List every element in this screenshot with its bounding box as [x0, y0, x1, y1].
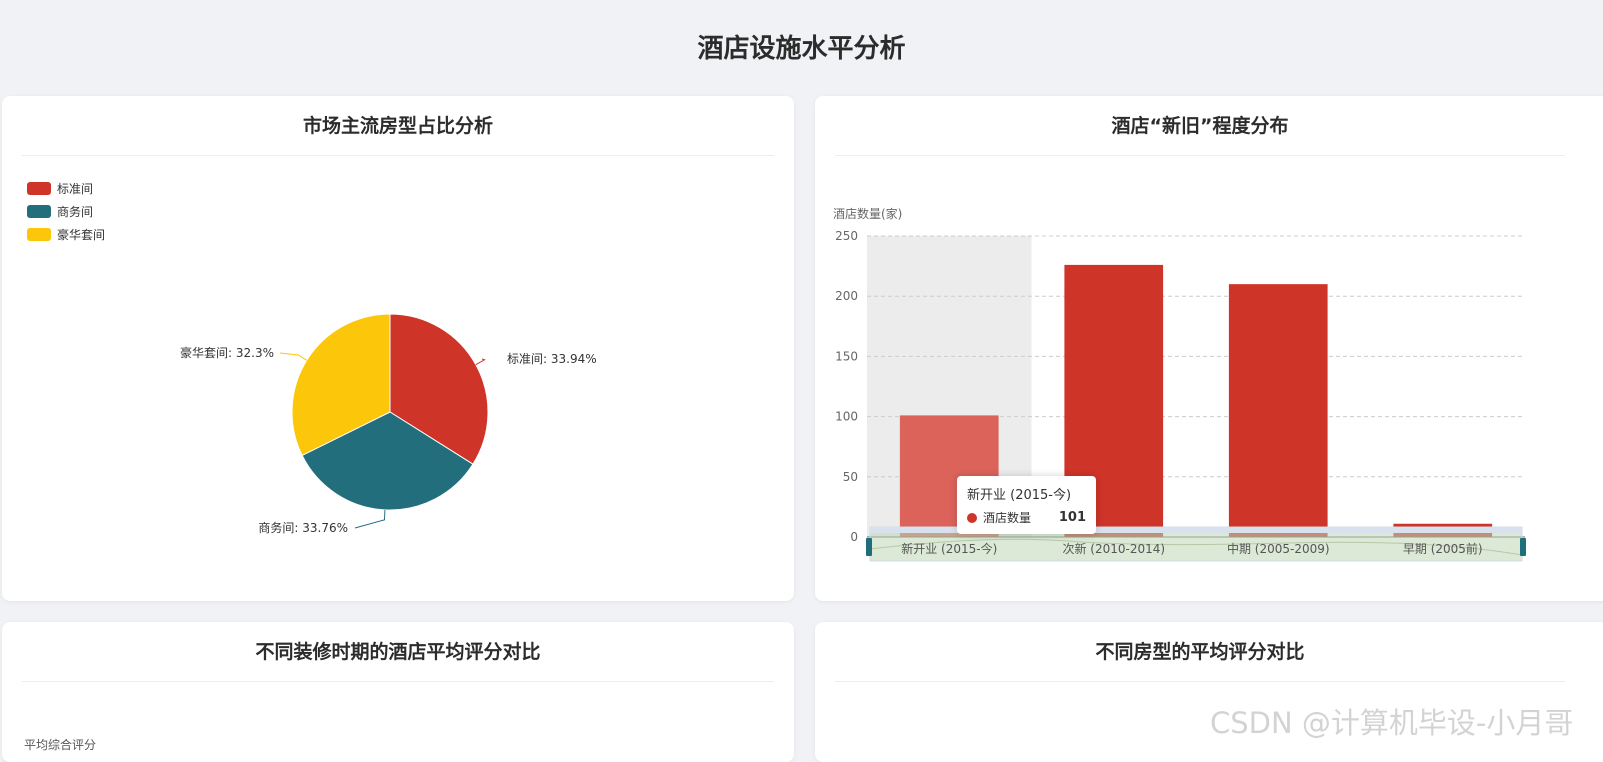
pie-label-line-2	[279, 352, 308, 361]
bar-ytick-4: 200	[835, 289, 858, 303]
bar-xtick-2: 中期 (2005-2009)	[1227, 541, 1330, 556]
bar-ytick-1: 50	[843, 470, 858, 484]
room-share-pie-chart: 标准间商务间豪华套间标准间: 33.94% 商务间: 33.76% 豪华套间: 32…	[27, 182, 597, 535]
bar-ytick-3: 150	[835, 349, 858, 363]
room-share-card: 市场主流房型占比分析 标准间 商务间 豪华套间 标准间: 33.94% 商务间: 33.…	[2, 96, 794, 601]
bar-2	[1228, 284, 1328, 537]
tooltip-series-dot	[967, 512, 977, 523]
legend-swatch-1	[27, 205, 51, 218]
datazoom-handle-right	[1520, 538, 1526, 556]
bar-ytick-5: 250	[835, 229, 858, 243]
legend-label-1: 商务间	[57, 204, 93, 219]
bar-ytick-0: 0	[850, 530, 858, 544]
renovation-score-card: 不同装修时期的酒店平均评分对比 平均综合评分	[2, 622, 794, 762]
legend-label-2: 豪华套间	[57, 227, 105, 242]
csdn-watermark: CSDN @计算机毕设-小月哥	[1210, 706, 1574, 740]
pie-label-2: 豪华套间: 32.3%	[180, 345, 274, 360]
pie-label-line-1	[354, 509, 386, 529]
legend-label-0: 标准间	[57, 182, 93, 196]
legend-swatch-0	[27, 182, 51, 195]
bar-ylabel: 酒店数量(家)	[833, 206, 902, 221]
legend-swatch-2	[27, 228, 51, 241]
renovation-score-title: 不同装修时期的酒店平均评分对比	[22, 622, 774, 682]
bar-xtick-1: 次新 (2010-2014)	[1062, 541, 1165, 556]
bar-tooltip: 新开业 (2015-今) 酒店数量 101	[957, 476, 1096, 534]
renovation-score-ylabel: 平均综合评分	[24, 738, 97, 752]
bar-ytick-2: 100	[835, 410, 858, 424]
bar-xtick-3: 早期 (2005前)	[1403, 541, 1483, 556]
pie-label-0: 标准间: 33.94%	[507, 352, 597, 366]
datazoom-handle-left	[866, 538, 872, 556]
tooltip-series-name: 酒店数量	[983, 511, 1032, 525]
pie-label-1: 商务间: 33.76%	[258, 520, 348, 535]
tooltip-title: 新开业 (2015-今)	[967, 488, 1072, 503]
hotel-age-bar-chart: 酒店数量(家) 0 50 100 150 200 250 新开业 (2015-今) 次新 (20…	[833, 206, 1526, 562]
page-title: 酒店设施水平分析	[697, 34, 906, 64]
bar-xtick-0: 新开业 (2015-今)	[901, 541, 997, 556]
pie-label-line-0	[475, 358, 486, 366]
tooltip-value: 101	[1058, 510, 1086, 525]
room-score-title: 不同房型的平均评分对比	[835, 622, 1565, 682]
